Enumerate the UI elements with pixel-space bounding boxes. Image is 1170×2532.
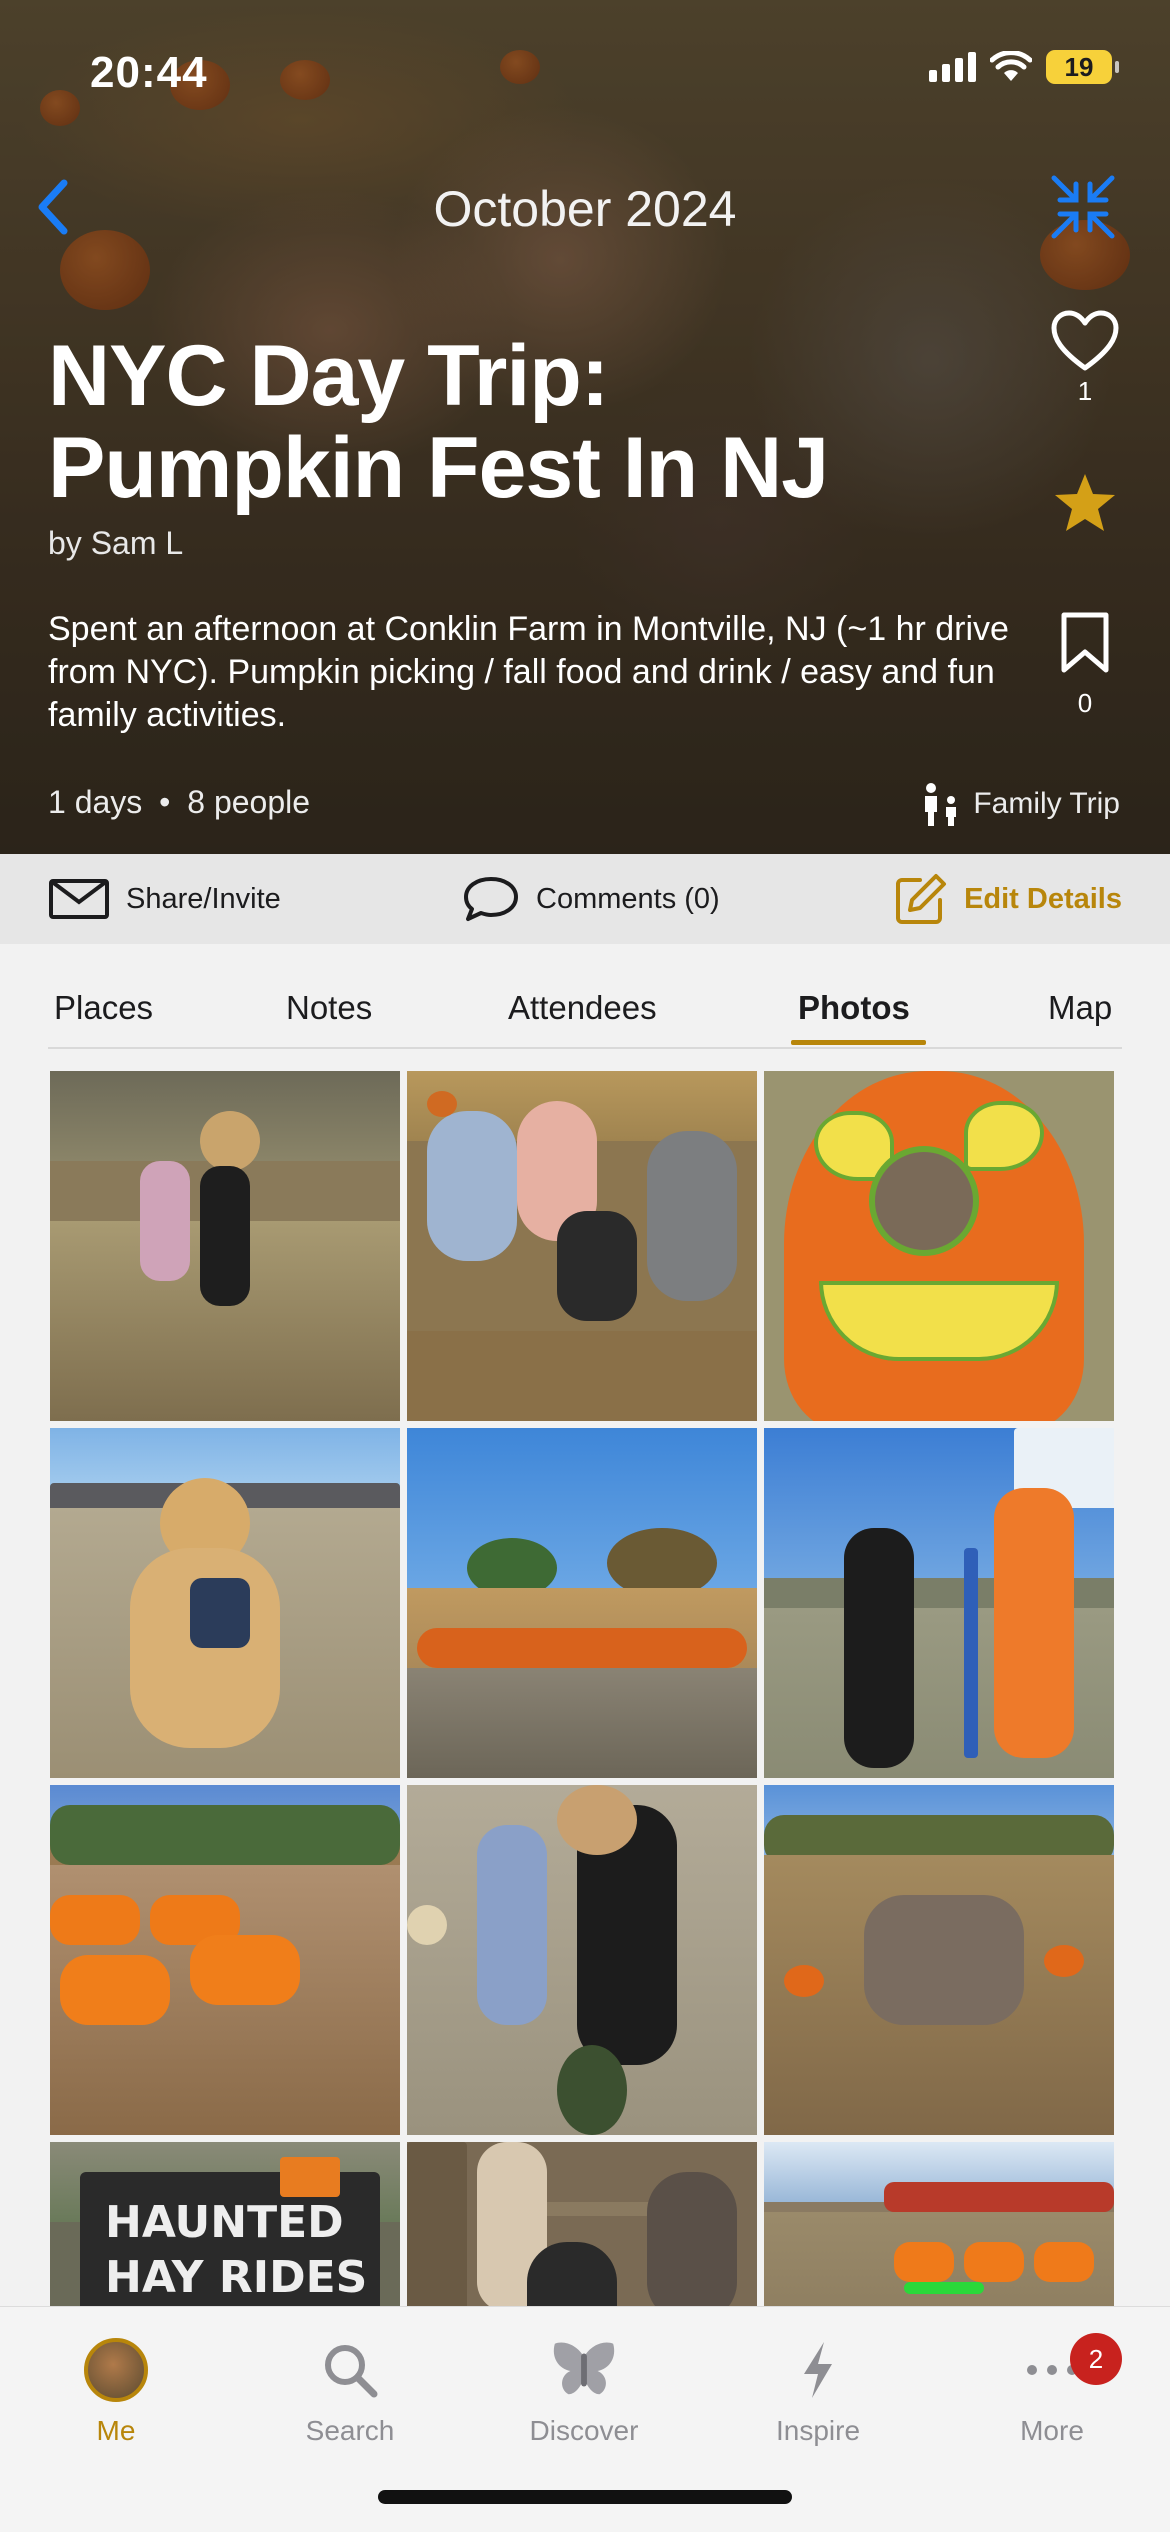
tab-places[interactable]: Places [54, 989, 153, 1027]
speech-bubble-icon [464, 877, 518, 921]
active-tab-indicator [791, 1040, 926, 1045]
envelope-icon [49, 879, 109, 919]
trip-title: NYC Day Trip: Pumpkin Fest In NJ [48, 330, 1048, 514]
nav-more[interactable]: More 2 [972, 2333, 1132, 2447]
page-title: October 2024 [433, 181, 737, 237]
nav-search[interactable]: Search [270, 2337, 430, 2447]
nav-discover[interactable]: Discover [504, 2337, 664, 2447]
photo-jack-o-lantern-cutout[interactable] [764, 1071, 1114, 1421]
photo-kids-at-vendor-tent[interactable] [764, 1428, 1114, 1778]
battery-indicator: 19 [1046, 50, 1119, 84]
like-button[interactable]: 1 [1040, 310, 1130, 407]
tabs-divider [48, 1047, 1122, 1049]
cellular-signal-icon [929, 52, 976, 82]
status-indicators: 19 [929, 50, 1119, 84]
notification-badge: 2 [1070, 2333, 1122, 2385]
tab-photos[interactable]: Photos [798, 989, 910, 1027]
photo-group-in-pumpkin-patch[interactable] [764, 1785, 1114, 2135]
butterfly-icon [553, 2342, 615, 2395]
nav-search-label: Search [305, 2415, 395, 2446]
nav-me[interactable]: Me [36, 2337, 196, 2447]
photo-pumpkin-field[interactable] [407, 1428, 757, 1778]
home-indicator[interactable] [378, 2490, 792, 2504]
trip-action-bar: Share/Invite Comments (0) Edit Details [0, 854, 1170, 944]
hero-cover-photo: 20:44 19 October 2024 NYC Day Trip: Pump… [0, 0, 1170, 854]
nav-inspire-label: Inspire [775, 2415, 861, 2446]
status-time: 20:44 [90, 48, 208, 97]
avatar [84, 2338, 148, 2402]
search-icon [325, 2345, 378, 2398]
edit-details-label: Edit Details [964, 882, 1122, 915]
comments-label: Comments (0) [536, 882, 720, 915]
trip-author[interactable]: by Sam L [48, 525, 183, 562]
sign-line-2: HAY RIDES [105, 2252, 368, 2303]
like-count: 1 [1077, 376, 1093, 406]
trip-title-line-2: Pumpkin Fest In NJ [48, 420, 829, 516]
trip-people: 8 people [187, 784, 311, 820]
favorite-button[interactable] [1040, 472, 1130, 534]
photo-kids-at-petting-zoo[interactable] [50, 1071, 400, 1421]
photo-family-group[interactable] [407, 1071, 757, 1421]
photo-golden-retriever[interactable] [50, 1428, 400, 1778]
meta-separator: • [159, 784, 171, 820]
nav-discover-label: Discover [529, 2415, 639, 2446]
photo-barrel-train-ride[interactable] [50, 1785, 400, 2135]
bolt-icon [804, 2342, 832, 2398]
tab-attendees[interactable]: Attendees [508, 989, 657, 1027]
tab-notes[interactable]: Notes [286, 989, 372, 1027]
edit-details-button[interactable]: Edit Details [894, 854, 1122, 944]
family-icon [925, 783, 957, 826]
share-invite-label: Share/Invite [126, 882, 281, 915]
nav-inspire[interactable]: Inspire [738, 2337, 898, 2447]
trip-description: Spent an afternoon at Conklin Farm in Mo… [48, 610, 1009, 734]
share-invite-button[interactable]: Share/Invite [48, 854, 281, 944]
trip-meta: 1 days • 8 people [48, 784, 310, 821]
bookmark-icon [1061, 612, 1109, 673]
trip-type: Family Trip [919, 782, 1120, 826]
star-icon [1055, 474, 1115, 531]
heart-icon [1051, 310, 1119, 371]
trip-type-label: Family Trip [973, 787, 1120, 820]
collapse-button[interactable] [1048, 172, 1118, 242]
nav-more-label: More [1020, 2415, 1084, 2446]
nav-me-label: Me [96, 2415, 136, 2446]
sign-line-1: HAUNTED [105, 2197, 344, 2248]
bookmark-count: 0 [1077, 688, 1093, 718]
comments-button[interactable]: Comments (0) [462, 854, 720, 944]
photo-kids-playing[interactable] [407, 1785, 757, 2135]
photo-grid: HAUNTED HAY RIDES [50, 1071, 1116, 2492]
tab-map[interactable]: Map [1048, 989, 1112, 1027]
collapse-arrows-icon [1051, 175, 1115, 239]
bookmark-button[interactable]: 0 [1040, 612, 1130, 719]
section-tabs: Places Notes Attendees Photos Map [0, 944, 1170, 1050]
trip-title-line-1: NYC Day Trip: [48, 328, 609, 424]
edit-pencil-icon [896, 874, 947, 924]
trip-days: 1 days [48, 784, 143, 820]
wifi-icon [990, 51, 1032, 81]
